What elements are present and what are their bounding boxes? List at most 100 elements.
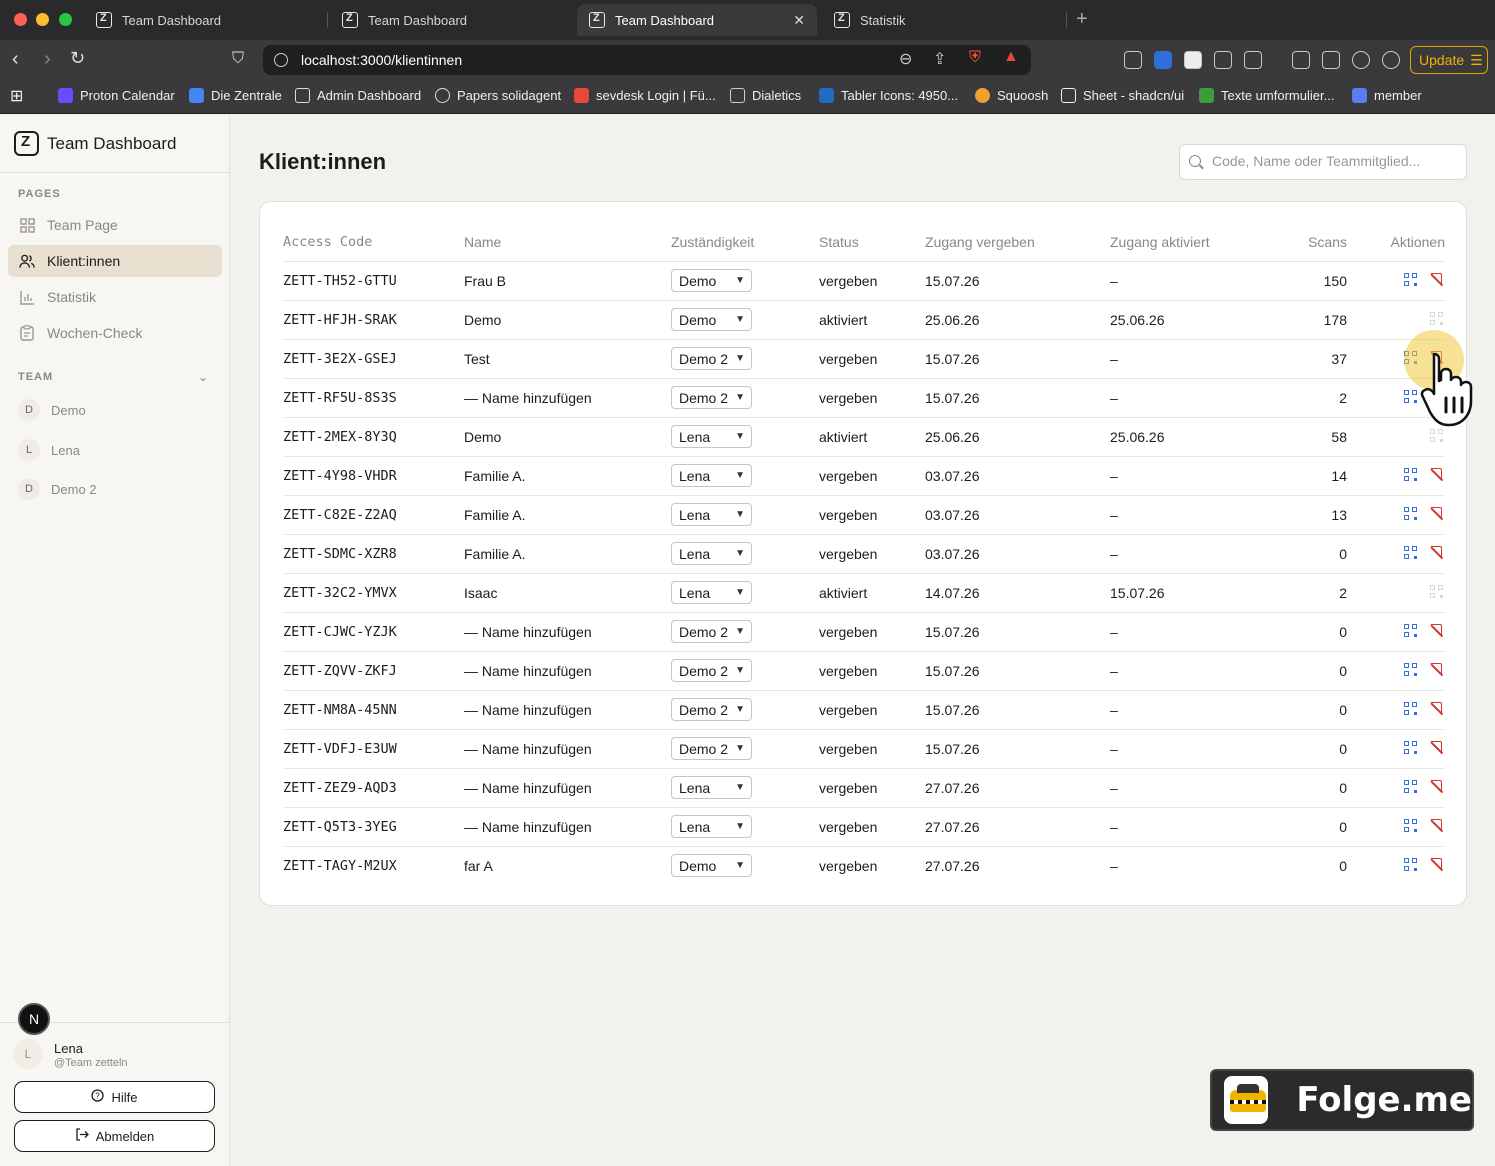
- bookmark-item[interactable]: Dialetics: [730, 88, 801, 103]
- revoke-access-icon[interactable]: [1430, 506, 1443, 520]
- revoke-access-icon[interactable]: [1430, 662, 1443, 676]
- revoke-access-icon[interactable]: [1430, 467, 1443, 481]
- qr-code-icon[interactable]: [1404, 857, 1417, 871]
- close-tab-icon[interactable]: ✕: [793, 12, 805, 29]
- client-name[interactable]: — Name hinzufügen: [464, 651, 671, 691]
- bookmark-item[interactable]: Texte umformulier...: [1199, 88, 1334, 103]
- qr-code-icon[interactable]: [1404, 740, 1417, 754]
- client-name[interactable]: — Name hinzufügen: [464, 768, 671, 808]
- help-button[interactable]: ? Hilfe: [14, 1081, 215, 1113]
- client-name[interactable]: — Name hinzufügen: [464, 807, 671, 847]
- translate-extension-icon[interactable]: [1154, 51, 1172, 69]
- sidebar-item-team-page[interactable]: Team Page: [8, 209, 222, 241]
- bookmark-item[interactable]: Squoosh: [975, 88, 1048, 103]
- responsibility-select[interactable]: Lena ▼: [671, 776, 752, 799]
- revoke-access-icon[interactable]: [1430, 779, 1443, 793]
- client-name[interactable]: far A: [464, 846, 671, 885]
- qr-code-icon[interactable]: [1404, 623, 1417, 637]
- revoke-access-icon[interactable]: [1430, 623, 1443, 637]
- responsibility-select[interactable]: Demo 2 ▼: [671, 737, 752, 760]
- client-name[interactable]: Familie A.: [464, 456, 671, 496]
- sidebar-item-statistik[interactable]: Statistik: [8, 281, 222, 313]
- address-bar[interactable]: localhost:3000/klientinnen ⊖ ⇪ ⛨ ▲: [263, 45, 1031, 75]
- bookmark-item[interactable]: Sheet - shadcn/ui: [1061, 88, 1184, 103]
- client-name[interactable]: — Name hinzufügen: [464, 729, 671, 769]
- client-name[interactable]: — Name hinzufügen: [464, 690, 671, 730]
- minimize-window-button[interactable]: [36, 13, 49, 26]
- logout-button[interactable]: Abmelden: [14, 1120, 215, 1152]
- client-name[interactable]: Familie A.: [464, 495, 671, 535]
- responsibility-select[interactable]: Demo 2 ▼: [671, 386, 752, 409]
- responsibility-select[interactable]: Lena ▼: [671, 815, 752, 838]
- responsibility-select[interactable]: Lena ▼: [671, 464, 752, 487]
- responsibility-select[interactable]: Lena ▼: [671, 425, 752, 448]
- qr-code-icon[interactable]: [1404, 818, 1417, 832]
- revoke-access-icon[interactable]: [1430, 740, 1443, 754]
- client-name[interactable]: Test: [464, 339, 671, 379]
- browser-tab-active[interactable]: Team Dashboard ✕: [577, 4, 817, 36]
- responsibility-select[interactable]: Demo ▼: [671, 269, 752, 292]
- responsibility-select[interactable]: Demo 2 ▼: [671, 698, 752, 721]
- wallet-icon[interactable]: [1322, 51, 1340, 69]
- responsibility-select[interactable]: Demo 2 ▼: [671, 620, 752, 643]
- extension-icon[interactable]: [1184, 51, 1202, 69]
- update-button[interactable]: Update ☰: [1410, 46, 1488, 74]
- bookmark-icon[interactable]: ⛉: [232, 50, 244, 68]
- browser-tab[interactable]: Team Dashboard: [330, 4, 570, 36]
- revoke-access-icon[interactable]: [1430, 857, 1443, 871]
- site-info-icon[interactable]: [274, 53, 288, 67]
- zoom-icon[interactable]: ⊖: [899, 49, 912, 69]
- responsibility-select[interactable]: Demo 2 ▼: [671, 659, 752, 682]
- reload-icon[interactable]: ↻: [70, 48, 85, 69]
- sidebar-toggle-icon[interactable]: [1292, 51, 1310, 69]
- bookmark-item[interactable]: Die Zentrale: [189, 88, 282, 103]
- client-name[interactable]: Familie A.: [464, 534, 671, 574]
- client-name[interactable]: Frau B: [464, 261, 671, 301]
- qr-code-icon[interactable]: [1404, 545, 1417, 559]
- bookmark-item[interactable]: Admin Dashboard: [295, 88, 421, 103]
- responsibility-select[interactable]: Demo ▼: [671, 854, 752, 878]
- brand[interactable]: Team Dashboard: [0, 115, 229, 173]
- revoke-access-icon[interactable]: [1430, 272, 1443, 286]
- client-name[interactable]: Demo: [464, 417, 671, 457]
- qr-code-icon[interactable]: [1404, 701, 1417, 715]
- team-member-item[interactable]: D Demo 2: [18, 478, 97, 500]
- responsibility-select[interactable]: Demo ▼: [671, 308, 752, 331]
- apps-grid-icon[interactable]: ⊞: [10, 86, 23, 106]
- forward-icon[interactable]: ›: [44, 48, 51, 71]
- team-member-item[interactable]: L Lena: [18, 439, 80, 461]
- bookmark-item[interactable]: Proton Calendar: [58, 88, 175, 103]
- search-input[interactable]: [1212, 153, 1452, 169]
- vpn-icon[interactable]: [1382, 51, 1400, 69]
- responsibility-select[interactable]: Lena ▼: [671, 581, 752, 604]
- new-tab-icon[interactable]: +: [1076, 8, 1088, 31]
- reader-icon[interactable]: [1244, 51, 1262, 69]
- qr-code-icon[interactable]: [1404, 272, 1417, 286]
- sidebar-item-klientinnen[interactable]: Klient:innen: [8, 245, 222, 277]
- revoke-access-icon[interactable]: [1430, 545, 1443, 559]
- qr-code-icon[interactable]: [1404, 467, 1417, 481]
- qr-code-icon[interactable]: [1404, 389, 1417, 403]
- puzzle-extensions-icon[interactable]: [1214, 51, 1232, 69]
- responsibility-select[interactable]: Lena ▼: [671, 542, 752, 565]
- sidebar-item-wochen-check[interactable]: Wochen-Check: [8, 317, 222, 349]
- maximize-window-button[interactable]: [59, 13, 72, 26]
- brave-rewards-icon[interactable]: ▲: [1003, 48, 1019, 66]
- client-name[interactable]: Isaac: [464, 573, 671, 613]
- chevron-down-icon[interactable]: ⌄: [198, 370, 208, 384]
- bookmark-item[interactable]: sevdesk Login | Fü...: [574, 88, 716, 103]
- back-icon[interactable]: ‹: [12, 48, 19, 71]
- responsibility-select[interactable]: Lena ▼: [671, 503, 752, 526]
- client-name[interactable]: Demo: [464, 300, 671, 340]
- team-member-item[interactable]: D Demo: [18, 399, 86, 421]
- qr-code-icon[interactable]: [1404, 779, 1417, 793]
- nextjs-dev-badge[interactable]: N: [18, 1003, 50, 1035]
- bookmark-item[interactable]: Papers solidagent: [435, 88, 561, 103]
- client-name[interactable]: — Name hinzufügen: [464, 378, 671, 418]
- responsibility-select[interactable]: Demo 2 ▼: [671, 347, 752, 370]
- ai-assistant-icon[interactable]: [1352, 51, 1370, 69]
- qr-code-icon[interactable]: [1404, 662, 1417, 676]
- browser-tab[interactable]: Statistik: [822, 4, 1062, 36]
- share-icon[interactable]: ⇪: [933, 49, 946, 69]
- browser-tab[interactable]: Team Dashboard: [84, 4, 324, 36]
